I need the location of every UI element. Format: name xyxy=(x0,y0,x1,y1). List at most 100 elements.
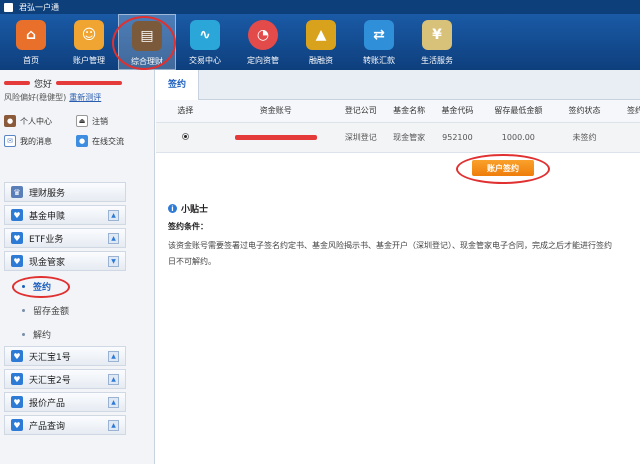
submenu-cancel[interactable]: 解约 xyxy=(4,322,126,346)
status-cell: 未签约 xyxy=(555,122,614,153)
tips-body: 该资金账号需要签署过电子签名约定书、基金风险揭示书、基金开户（深圳登记）、现金管… xyxy=(168,238,640,270)
toolbar-life[interactable]: ¥ 生活服务 xyxy=(408,14,466,70)
heart-icon: ♥ xyxy=(11,373,23,385)
account-table: 选择 资金账号 登记公司 基金名称 基金代码 留存最低金额 签约状态 签约 深圳… xyxy=(156,100,640,153)
expand-icon[interactable]: ▲ xyxy=(108,420,119,431)
redacted-account xyxy=(234,134,317,140)
quick-link-profile[interactable]: ● 个人中心 xyxy=(4,111,76,131)
quick-link-logout[interactable]: ⏏ 注销 xyxy=(76,111,148,131)
sidebar: 您好 风险偏好(稳健型) 重新测评 ● 个人中心 ⏏ 注销 ✉ 我的消息 ● 在线… xyxy=(0,70,155,464)
bullet-icon xyxy=(22,284,25,288)
quick-link-label: 我的消息 xyxy=(20,136,52,146)
min-amount-cell: 1000.00 xyxy=(481,122,556,153)
toolbar-label: 生活服务 xyxy=(421,56,453,65)
menu-label: 理财服务 xyxy=(29,188,66,199)
quick-link-label: 个人中心 xyxy=(20,116,52,126)
tips-line: 日不可解约。 xyxy=(168,257,216,266)
toolbar-asset[interactable]: ◔ 定向资管 xyxy=(234,14,292,70)
toolbar-label: 交易中心 xyxy=(189,56,221,65)
select-cell[interactable] xyxy=(156,122,215,153)
trend-icon: ∿ xyxy=(190,20,220,50)
user-greeting-row: 您好 xyxy=(4,76,150,90)
toolbar-label: 定向资管 xyxy=(247,56,279,65)
app-title: 君弘一户通 xyxy=(19,2,59,12)
toolbar-trade[interactable]: ∿ 交易中心 xyxy=(176,14,234,70)
account-icon: ☺ xyxy=(74,20,104,50)
home-icon: ⌂ xyxy=(16,20,46,50)
expand-icon[interactable]: ▲ xyxy=(108,397,119,408)
shopping-icon: ¥ xyxy=(422,20,452,50)
toolbar-label: 综合理财 xyxy=(131,57,163,66)
expand-icon[interactable]: ▲ xyxy=(108,210,119,221)
menu-label: 现金管家 xyxy=(29,257,66,268)
menu-cash-manager[interactable]: ♥ 现金管家 ▼ xyxy=(4,251,126,271)
logout-icon: ⏏ xyxy=(76,115,88,127)
bullet-icon xyxy=(22,308,25,312)
menu-quote-products[interactable]: ♥ 报价产品 ▲ xyxy=(4,392,126,412)
submenu-sign[interactable]: 签约 xyxy=(4,274,126,298)
tab-sign[interactable]: 签约 xyxy=(156,70,200,100)
registry-cell: 深圳登记 xyxy=(336,122,385,153)
heart-icon: ♥ xyxy=(11,419,23,431)
toolbar-home[interactable]: ⌂ 首页 xyxy=(2,14,60,70)
fund-code-cell: 952100 xyxy=(433,122,482,153)
menu-etf[interactable]: ♥ ETF业务 ▲ xyxy=(4,228,126,248)
col-registry: 登记公司 xyxy=(336,100,385,123)
person-icon: ● xyxy=(4,115,16,127)
menu-tianhuibao-2[interactable]: ♥ 天汇宝2号 ▲ xyxy=(4,369,126,389)
menu-product-query[interactable]: ♥ 产品查询 ▲ xyxy=(4,415,126,435)
menu-label: 报价产品 xyxy=(29,398,66,409)
select-radio[interactable] xyxy=(181,132,189,140)
submenu-label: 解约 xyxy=(33,330,52,341)
quick-link-label: 在线交流 xyxy=(92,136,124,146)
col-account: 资金账号 xyxy=(214,100,337,123)
main-panel: 签约 选择 资金账号 登记公司 基金名称 基金代码 留存最低金额 签约状态 签约… xyxy=(156,70,640,464)
menu-label: 基金申赎 xyxy=(29,211,66,222)
wallet-icon: ▤ xyxy=(132,21,162,51)
col-min-amount: 留存最低金额 xyxy=(481,100,556,123)
menu-fund-subscribe[interactable]: ♥ 基金申赎 ▲ xyxy=(4,205,126,225)
toolbar-wealth[interactable]: ▤ 综合理财 xyxy=(118,14,176,70)
tips-subtitle: 签约条件： xyxy=(168,222,208,231)
sign-cell xyxy=(613,122,640,153)
risk-label: 风险偏好(稳健型) xyxy=(4,93,67,102)
table-row[interactable]: 深圳登记 现金管家 952100 1000.00 未签约 xyxy=(156,122,640,153)
tips-line: 该资金账号需要签署过电子签名约定书、基金风险揭示书、基金开户（深圳登记）、现金管… xyxy=(168,241,612,250)
tab-bar: 签约 xyxy=(156,70,640,100)
menu-wealth-services[interactable]: ♛ 理财服务 xyxy=(4,182,126,202)
menu-label: 产品查询 xyxy=(29,421,66,432)
expand-icon[interactable]: ▲ xyxy=(108,374,119,385)
menu-label: 天汇宝2号 xyxy=(29,375,71,386)
tips-title: i 小贴士 xyxy=(168,202,640,215)
quick-link-label: 注销 xyxy=(92,116,108,126)
toolbar-financing[interactable]: ▲ 融融资 xyxy=(292,14,350,70)
menu-label: ETF业务 xyxy=(29,234,64,245)
app-logo-icon xyxy=(4,2,13,12)
submenu-label: 签约 xyxy=(33,282,52,293)
heart-icon: ♥ xyxy=(11,396,23,408)
chat-icon: ● xyxy=(76,135,88,147)
menu-tianhuibao-1[interactable]: ♥ 天汇宝1号 ▲ xyxy=(4,346,126,366)
expand-icon[interactable]: ▲ xyxy=(108,233,119,244)
mail-icon: ✉ xyxy=(4,135,16,147)
col-select: 选择 xyxy=(156,100,215,123)
toolbar-label: 首页 xyxy=(23,56,39,65)
user-panel: 您好 风险偏好(稳健型) 重新测评 ● 个人中心 ⏏ 注销 ✉ 我的消息 ● 在线… xyxy=(0,70,154,151)
collapse-icon[interactable]: ▼ xyxy=(108,256,119,267)
heart-icon: ♥ xyxy=(11,232,23,244)
bullet-icon xyxy=(22,332,25,336)
retest-link[interactable]: 重新测评 xyxy=(69,93,101,102)
table-header-row: 选择 资金账号 登记公司 基金名称 基金代码 留存最低金额 签约状态 签约 xyxy=(156,100,640,123)
info-icon: i xyxy=(168,204,177,213)
toolbar-account[interactable]: ☺ 账户管理 xyxy=(60,14,118,70)
quick-link-messages[interactable]: ✉ 我的消息 xyxy=(4,131,76,151)
toolbar-transfer[interactable]: ⇄ 转账汇款 xyxy=(350,14,408,70)
quick-links: ● 个人中心 ⏏ 注销 ✉ 我的消息 ● 在线交流 xyxy=(4,111,150,151)
account-cell xyxy=(214,122,337,153)
heart-icon: ♥ xyxy=(11,350,23,362)
quick-link-chat[interactable]: ● 在线交流 xyxy=(76,131,148,151)
expand-icon[interactable]: ▲ xyxy=(108,351,119,362)
submenu-retain-amount[interactable]: 留存金额 xyxy=(4,298,126,322)
account-sign-button[interactable]: 账户签约 xyxy=(472,160,534,176)
transfer-icon: ⇄ xyxy=(364,20,394,50)
